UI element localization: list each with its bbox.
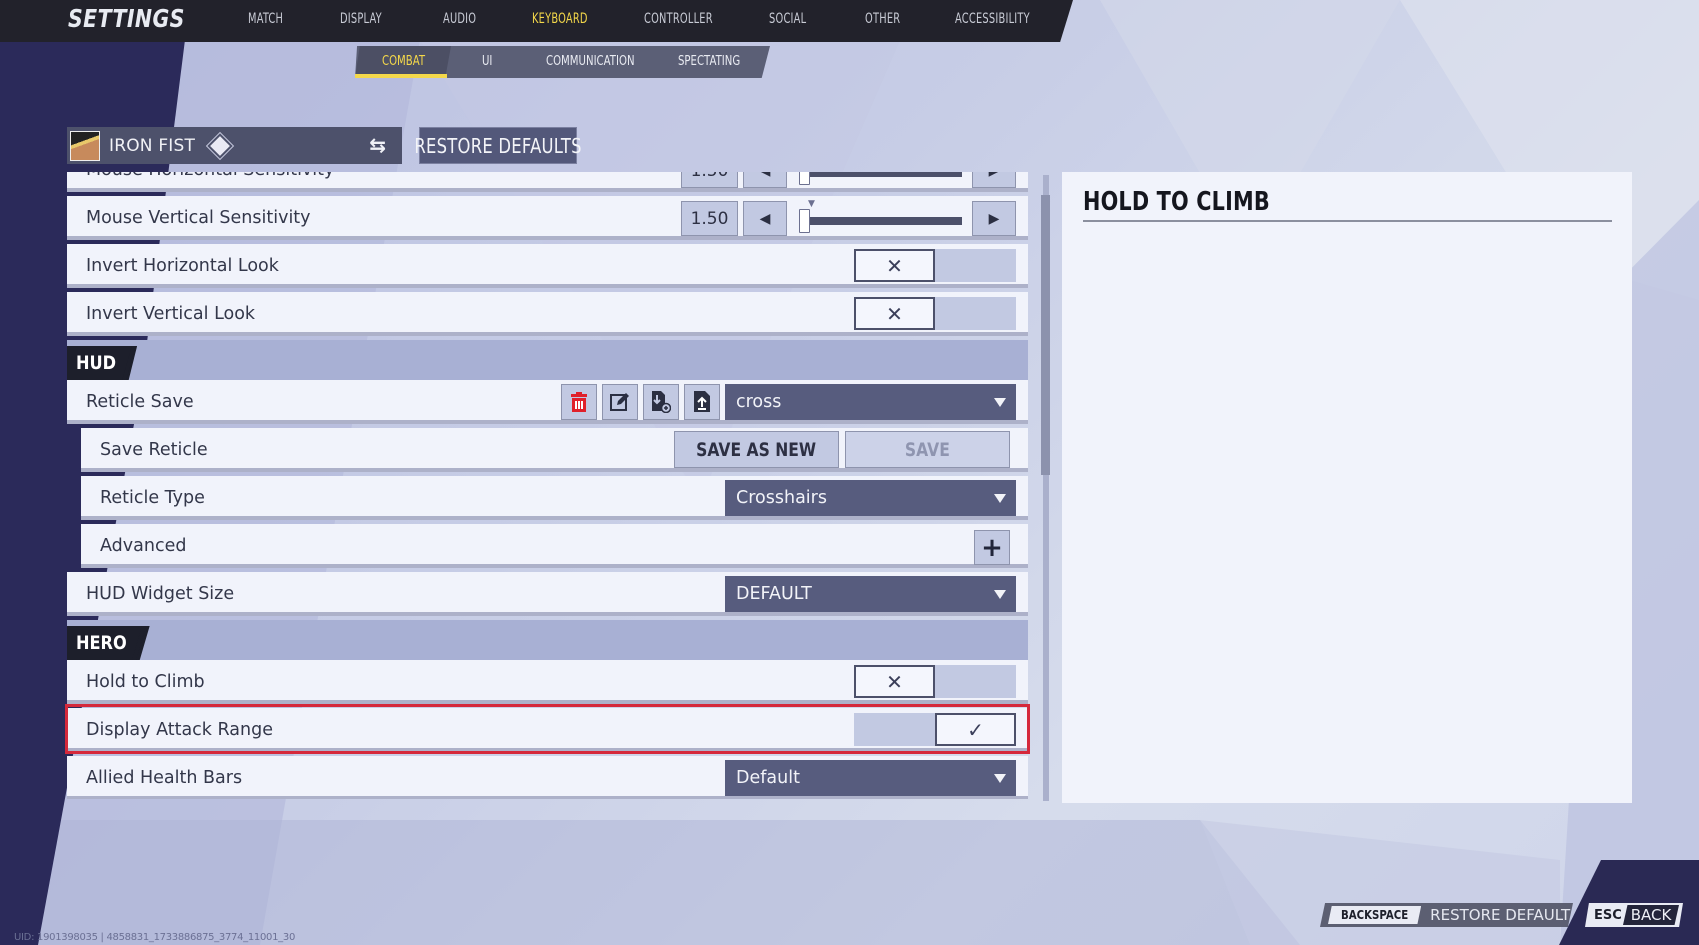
export-file-icon[interactable] bbox=[684, 384, 720, 420]
increase-button[interactable]: ▶ bbox=[972, 172, 1016, 188]
x-icon: ✕ bbox=[854, 665, 935, 698]
scrollbar-thumb[interactable] bbox=[1041, 195, 1050, 475]
setting-label: Mouse Vertical Sensitivity bbox=[86, 208, 311, 228]
import-file-icon[interactable] bbox=[643, 384, 679, 420]
page-title: SETTINGS bbox=[68, 4, 185, 33]
slider-thumb[interactable] bbox=[799, 209, 810, 233]
slider-thumb[interactable] bbox=[799, 172, 810, 185]
toggle-switch[interactable]: ✕ bbox=[854, 249, 1016, 282]
setting-label: Allied Health Bars bbox=[86, 768, 243, 788]
setting-label: Invert Horizontal Look bbox=[86, 256, 279, 276]
uid-text: UID: 1901398035 | 4858831_1733886875_377… bbox=[14, 932, 296, 943]
key-hint: BACKSPACE bbox=[1328, 906, 1422, 924]
setting-label: Save Reticle bbox=[100, 440, 208, 460]
save-button[interactable]: SAVE bbox=[845, 431, 1010, 468]
settings-list: Mouse Horizontal Sensitivity 1.50 ◀ ▶ Mo… bbox=[67, 172, 1028, 799]
setting-row-invert-vertical-look: Invert Vertical Look ✕ bbox=[67, 292, 1028, 336]
setting-row-allied-health-bars: Allied Health Bars Default bbox=[67, 756, 1028, 799]
setting-row-display-attack-range: Display Attack Range ✓ bbox=[67, 708, 1028, 752]
slider-track[interactable] bbox=[804, 217, 962, 225]
section-header-hud: HUD bbox=[67, 340, 1028, 380]
detail-panel: HOLD TO CLIMB bbox=[1062, 172, 1632, 803]
setting-label: Reticle Save bbox=[86, 392, 194, 412]
subtab-spectating[interactable]: SPECTATING bbox=[678, 54, 740, 69]
restore-defaults-button[interactable]: RESTORE DEFAULTS bbox=[414, 127, 581, 164]
hero-name: IRON FIST bbox=[109, 135, 196, 156]
caret-down-icon bbox=[994, 398, 1006, 407]
value-box[interactable]: 1.50 bbox=[681, 172, 738, 188]
toggle-switch[interactable]: ✕ bbox=[854, 297, 1016, 330]
setting-row-mouse-horizontal-sensitivity: Mouse Horizontal Sensitivity 1.50 ◀ ▶ bbox=[67, 172, 1028, 192]
x-icon: ✕ bbox=[854, 249, 935, 282]
decrease-button[interactable]: ◀ bbox=[743, 172, 787, 188]
tab-keyboard[interactable]: KEYBOARD bbox=[532, 11, 588, 27]
setting-label: Invert Vertical Look bbox=[86, 304, 256, 324]
setting-row-hud-widget-size: HUD Widget Size DEFAULT bbox=[67, 572, 1028, 616]
diamond-icon bbox=[210, 135, 231, 156]
footer-restore-defaults-button[interactable]: BACKSPACE RESTORE DEFAULTS bbox=[1320, 903, 1573, 927]
caret-down-icon bbox=[994, 494, 1006, 503]
reticle-save-dropdown[interactable]: cross bbox=[725, 384, 1016, 420]
tab-other[interactable]: OTHER bbox=[865, 11, 900, 27]
subtab-combat[interactable]: COMBAT bbox=[382, 54, 425, 69]
setting-row-reticle-type: Reticle Type Crosshairs bbox=[81, 476, 1028, 520]
section-header-hero: HERO bbox=[67, 620, 1028, 660]
tab-audio[interactable]: AUDIO bbox=[443, 11, 476, 27]
decrease-button[interactable]: ◀ bbox=[743, 201, 787, 236]
tab-display[interactable]: DISPLAY bbox=[340, 11, 382, 27]
subtab-ui[interactable]: UI bbox=[482, 54, 492, 69]
increase-button[interactable]: ▶ bbox=[972, 201, 1016, 236]
setting-label: Reticle Type bbox=[100, 488, 205, 508]
arrow-left-icon: ◀ bbox=[759, 210, 771, 227]
tab-accessibility[interactable]: ACCESSIBILITY bbox=[955, 11, 1030, 27]
allied-health-bars-dropdown[interactable]: Default bbox=[725, 760, 1016, 796]
arrow-right-icon: ▶ bbox=[989, 172, 1000, 179]
setting-row-mouse-vertical-sensitivity: Mouse Vertical Sensitivity 1.50 ◀ ▼ ▶ bbox=[67, 196, 1028, 240]
toggle-switch[interactable]: ✓ bbox=[854, 713, 1016, 746]
key-hint: ESC bbox=[1594, 907, 1622, 923]
setting-label: Mouse Horizontal Sensitivity bbox=[86, 172, 334, 180]
tab-match[interactable]: MATCH bbox=[248, 11, 283, 27]
tab-controller[interactable]: CONTROLLER bbox=[644, 11, 713, 27]
slider-track[interactable] bbox=[804, 172, 962, 177]
setting-row-reticle-save: Reticle Save cross bbox=[67, 380, 1028, 424]
default-marker-icon: ▼ bbox=[808, 199, 815, 209]
setting-label: HUD Widget Size bbox=[86, 584, 235, 604]
x-icon: ✕ bbox=[854, 297, 935, 330]
edit-icon[interactable] bbox=[602, 384, 638, 420]
footer-back-button[interactable]: ESC BACK bbox=[1585, 903, 1683, 927]
caret-down-icon bbox=[994, 774, 1006, 783]
setting-row-invert-horizontal-look: Invert Horizontal Look ✕ bbox=[67, 244, 1028, 288]
arrow-right-icon: ▶ bbox=[988, 210, 1000, 227]
detail-divider bbox=[1083, 220, 1612, 222]
save-as-new-button[interactable]: SAVE AS NEW bbox=[674, 431, 839, 468]
value-box[interactable]: 1.50 bbox=[681, 201, 738, 236]
hud-widget-size-dropdown[interactable]: DEFAULT bbox=[725, 576, 1016, 612]
expand-plus-icon[interactable]: + bbox=[974, 530, 1010, 565]
tab-social[interactable]: SOCIAL bbox=[769, 11, 806, 27]
setting-label: Display Attack Range bbox=[86, 720, 273, 740]
detail-title: HOLD TO CLIMB bbox=[1083, 187, 1270, 217]
reticle-type-dropdown[interactable]: Crosshairs bbox=[725, 480, 1016, 516]
setting-row-hold-to-climb: Hold to Climb ✕ bbox=[67, 660, 1028, 704]
setting-row-save-reticle: Save Reticle SAVE AS NEW SAVE bbox=[81, 428, 1028, 472]
subtab-active-underline bbox=[355, 74, 447, 78]
arrow-left-icon: ◀ bbox=[760, 172, 771, 179]
trash-icon[interactable] bbox=[561, 384, 597, 420]
footer-label: BACK bbox=[1623, 905, 1679, 925]
subtab-communication[interactable]: COMMUNICATION bbox=[546, 54, 635, 69]
setting-label: Hold to Climb bbox=[86, 672, 205, 692]
swap-arrows-icon[interactable]: ⇆ bbox=[369, 133, 386, 157]
setting-row-advanced: Advanced + bbox=[81, 524, 1028, 568]
hero-portrait-icon bbox=[70, 130, 100, 161]
setting-label: Advanced bbox=[100, 536, 187, 556]
check-icon: ✓ bbox=[935, 713, 1016, 746]
caret-down-icon bbox=[994, 590, 1006, 599]
footer-label: RESTORE DEFAULTS bbox=[1430, 906, 1580, 924]
hero-selector[interactable]: IRON FIST ⇆ bbox=[67, 127, 402, 164]
toggle-switch[interactable]: ✕ bbox=[854, 665, 1016, 698]
